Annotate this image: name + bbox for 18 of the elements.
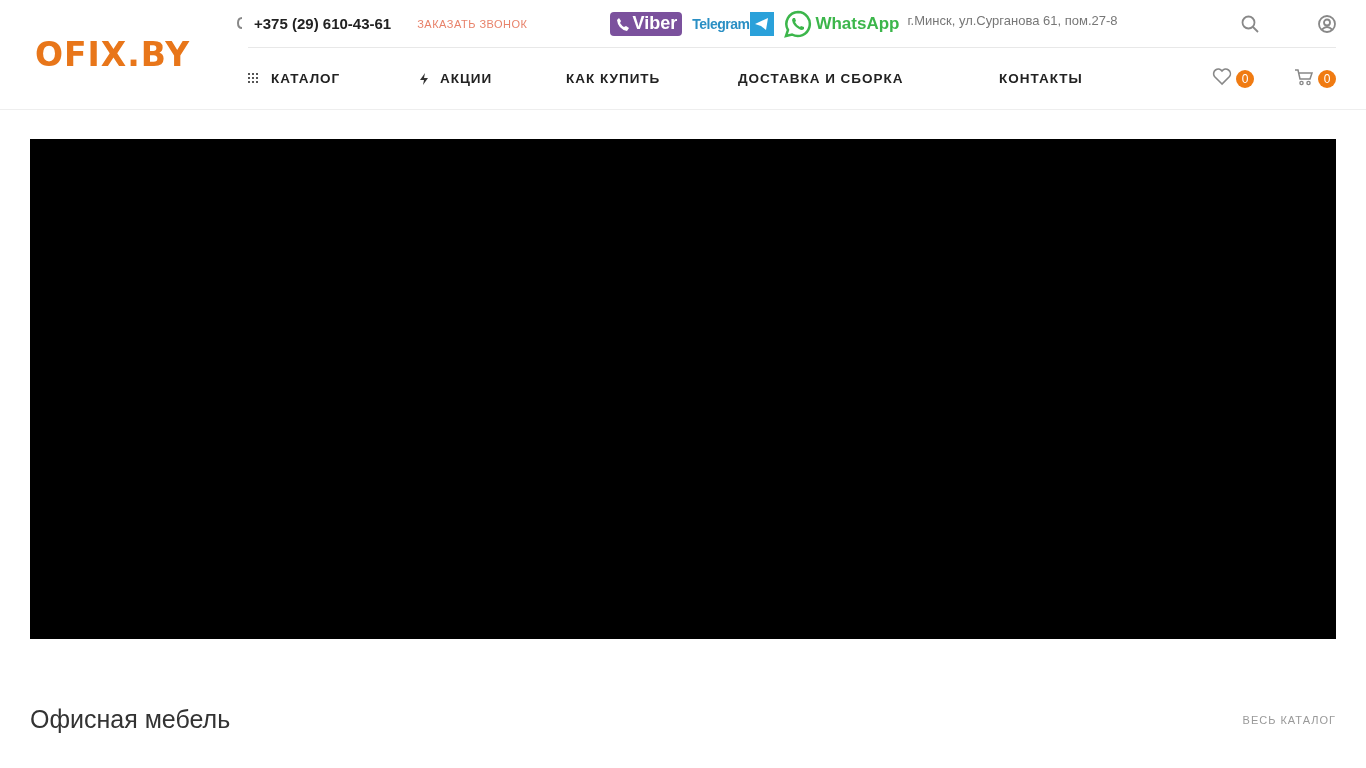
viber-link[interactable]: Viber: [609, 11, 683, 36]
address-text: г.Минск, ул.Сурганова 61, пом.27-8: [907, 13, 1118, 28]
search-icon[interactable]: [1241, 14, 1259, 33]
lightning-icon: [420, 72, 428, 85]
section-title: Офисная мебель: [30, 705, 231, 734]
count-badge: 0: [1236, 69, 1254, 88]
nav-link[interactable]: КАТАЛОГ: [248, 71, 420, 86]
telegram-link[interactable]: Telegram: [692, 11, 775, 36]
nav-link[interactable]: КАК КУПИТЬ: [566, 71, 738, 86]
count-badge: 0: [1318, 69, 1336, 88]
user-icon[interactable]: [1318, 14, 1336, 33]
grid-icon: [248, 73, 259, 84]
phone-number[interactable]: +375 (29) 610-43-61: [254, 15, 392, 32]
nav-link[interactable]: КОНТАКТЫ: [999, 71, 1212, 86]
nav-link[interactable]: АКЦИИ: [420, 71, 566, 86]
whatsapp-icon: [784, 9, 813, 38]
nav-link[interactable]: ДОСТАВКА И СБОРКА: [738, 71, 999, 86]
paper-plane-icon: [750, 11, 775, 36]
